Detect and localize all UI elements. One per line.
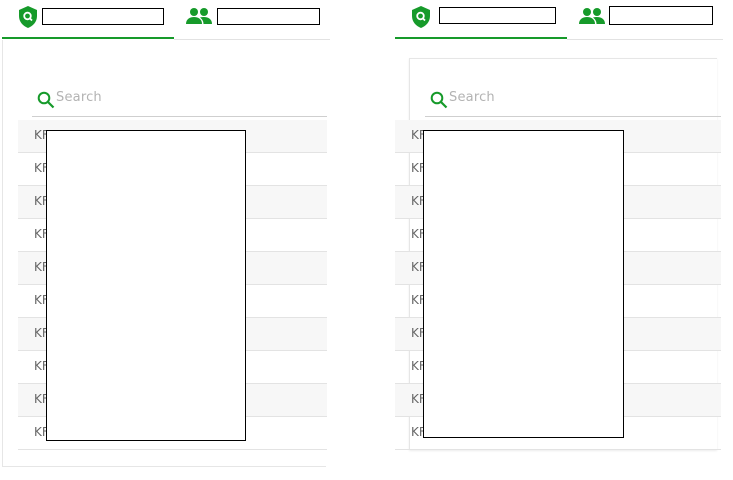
redacted-overlay xyxy=(423,130,624,438)
search-field[interactable]: Search xyxy=(425,88,721,117)
tab-security-label-redacted xyxy=(42,8,164,25)
tab-bar xyxy=(0,0,330,40)
search-icon xyxy=(37,91,55,109)
tab-users[interactable] xyxy=(567,0,723,38)
tab-divider xyxy=(567,39,723,40)
right-panel: Search KF KF KF KF KF KF KF KF KF KF xyxy=(393,0,723,480)
left-panel: Search KF KF KF KF KF KF KF KF KF KF xyxy=(0,0,330,480)
shield-search-icon xyxy=(19,6,37,28)
people-icon xyxy=(579,8,605,24)
tab-security[interactable] xyxy=(395,0,567,38)
active-tab-indicator xyxy=(2,37,174,39)
tab-bar xyxy=(393,0,723,40)
active-tab-indicator xyxy=(395,37,567,39)
redacted-overlay xyxy=(46,130,246,441)
search-input[interactable]: Search xyxy=(56,90,102,105)
shield-search-icon xyxy=(412,6,430,28)
tab-security[interactable] xyxy=(2,0,174,38)
tab-users-label-redacted xyxy=(609,6,713,25)
search-icon xyxy=(430,91,448,109)
tab-security-label-redacted xyxy=(439,7,556,24)
search-field[interactable]: Search xyxy=(32,88,327,117)
search-input[interactable]: Search xyxy=(449,90,495,105)
tab-users-label-redacted xyxy=(217,8,320,25)
tab-users[interactable] xyxy=(174,0,330,38)
people-icon xyxy=(186,8,212,24)
